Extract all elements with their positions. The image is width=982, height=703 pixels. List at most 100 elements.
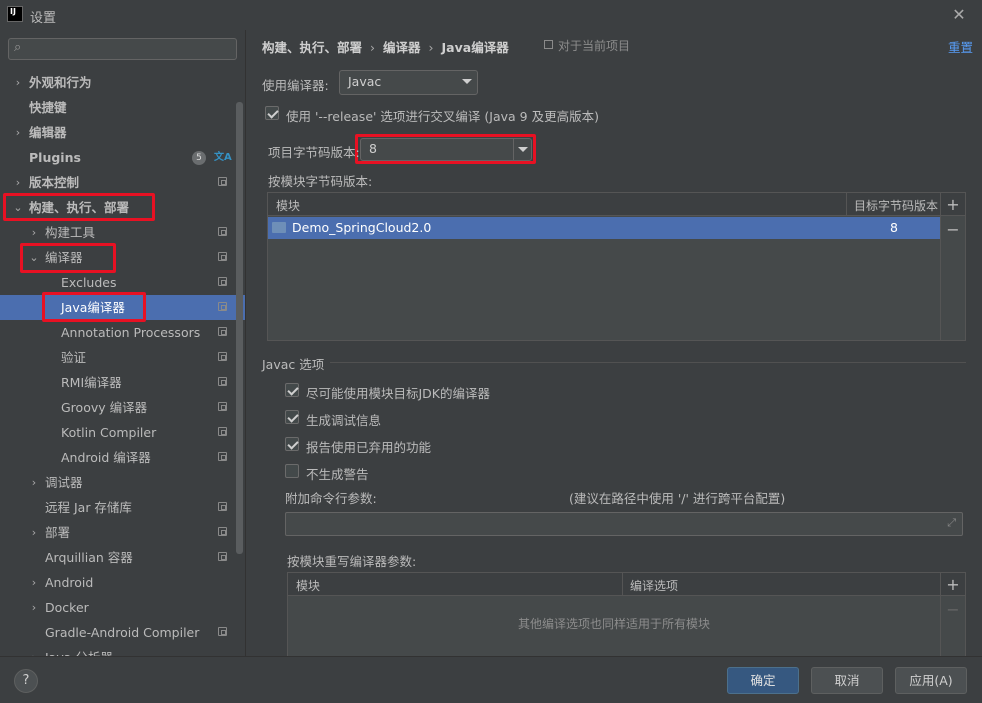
- apply-button[interactable]: 应用(A): [895, 667, 967, 694]
- module-target-version[interactable]: 8: [890, 220, 898, 235]
- sidebar-item-label: 编辑器: [29, 125, 67, 140]
- chevron-right-icon[interactable]: ›: [28, 570, 40, 595]
- override-params-table: 模块 编译选项 其他编译选项也同样适用于所有模块 + −: [287, 572, 966, 657]
- project-scope-icon: [218, 227, 227, 236]
- project-scope-icon: [218, 327, 227, 336]
- sidebar-item-label: Kotlin Compiler: [61, 425, 157, 440]
- sidebar-item[interactable]: › 编辑器: [0, 120, 245, 145]
- table-row[interactable]: Demo_SpringCloud2.0 8: [268, 217, 940, 239]
- add-override-button[interactable]: +: [945, 575, 961, 594]
- sidebar-item[interactable]: Gradle-Android Compiler: [0, 620, 245, 645]
- cmd-args-label: 附加命令行参数:: [285, 491, 377, 506]
- chevron-right-icon[interactable]: ›: [28, 595, 40, 620]
- release-option-checkbox[interactable]: [265, 106, 279, 120]
- column-header-module[interactable]: 模块: [276, 197, 300, 214]
- sidebar-item[interactable]: ⌄ 编译器: [0, 245, 245, 270]
- option-label: 生成调试信息: [306, 413, 382, 428]
- sidebar-item-label: Gradle-Android Compiler: [45, 625, 200, 640]
- help-button[interactable]: ?: [14, 669, 38, 693]
- sidebar-item-label: 构建工具: [45, 225, 96, 240]
- chevron-right-icon[interactable]: ›: [12, 70, 24, 95]
- bytecode-version-combo[interactable]: 8: [360, 138, 532, 161]
- project-scope-icon: [218, 427, 227, 436]
- chevron-right-icon[interactable]: ›: [28, 220, 40, 245]
- sidebar-item[interactable]: ⌄ 构建、执行、部署: [0, 195, 245, 220]
- use-compiler-label: 使用编译器:: [262, 78, 329, 93]
- chevron-right-icon[interactable]: ›: [12, 120, 24, 145]
- chevron-right-icon: ›: [370, 40, 376, 55]
- search-box[interactable]: ⌕: [8, 38, 237, 60]
- project-scope-icon: [218, 552, 227, 561]
- sidebar-item[interactable]: › 版本控制: [0, 170, 245, 195]
- option-checkbox[interactable]: [285, 437, 299, 451]
- breadcrumb-item: Java编译器: [441, 40, 509, 55]
- title-bar: [0, 0, 982, 30]
- sidebar-item[interactable]: › 外观和行为: [0, 70, 245, 95]
- close-button[interactable]: ✕: [951, 5, 967, 24]
- chevron-down-icon[interactable]: ⌄: [28, 245, 40, 270]
- sidebar-item[interactable]: › Docker: [0, 595, 245, 620]
- sidebar-item[interactable]: 远程 Jar 存储库: [0, 495, 245, 520]
- chevron-down-icon[interactable]: ⌄: [12, 195, 24, 220]
- sidebar-item[interactable]: Arquillian 容器: [0, 545, 245, 570]
- chevron-right-icon[interactable]: ›: [28, 645, 40, 656]
- sidebar-item[interactable]: Android 编译器: [0, 445, 245, 470]
- sidebar-item-label: 编译器: [45, 250, 83, 265]
- sidebar-item-label: RMI编译器: [61, 375, 122, 390]
- table-header: 模块 目标字节码版本: [268, 193, 965, 216]
- sidebar-item[interactable]: › 调试器: [0, 470, 245, 495]
- javac-section-title: Javac 选项: [262, 357, 325, 372]
- chevron-right-icon[interactable]: ›: [12, 170, 24, 195]
- add-module-button[interactable]: +: [945, 195, 961, 214]
- module-name: Demo_SpringCloud2.0: [292, 220, 432, 235]
- cmd-args-input[interactable]: ⤢: [285, 512, 963, 536]
- remove-module-button[interactable]: −: [945, 220, 961, 239]
- project-scope-icon: [218, 627, 227, 636]
- option-label: 不生成警告: [306, 467, 369, 482]
- close-icon: ✕: [952, 5, 966, 24]
- project-scope-icon: [218, 502, 227, 511]
- sidebar-item[interactable]: Plugins 5 文A: [0, 145, 245, 170]
- ok-button[interactable]: 确定: [727, 667, 799, 694]
- project-scope-icon: [218, 277, 227, 286]
- compiler-select[interactable]: Javac: [339, 70, 478, 95]
- sidebar-item[interactable]: Groovy 编译器: [0, 395, 245, 420]
- sidebar-item-label: 外观和行为: [29, 75, 92, 90]
- sidebar-item[interactable]: 快捷键: [0, 95, 245, 120]
- sidebar-item[interactable]: Annotation Processors: [0, 320, 245, 345]
- expand-icon[interactable]: ⤢: [947, 516, 956, 530]
- column-header-target-bytecode[interactable]: 目标字节码版本: [854, 197, 938, 214]
- search-input[interactable]: [31, 40, 231, 58]
- column-header-compile-options[interactable]: 编译选项: [630, 577, 678, 594]
- sidebar-item[interactable]: Kotlin Compiler: [0, 420, 245, 445]
- sidebar-item-label: Annotation Processors: [61, 325, 201, 340]
- chevron-right-icon[interactable]: ›: [28, 520, 40, 545]
- settings-sidebar: ⌕ › 外观和行为 快捷键 › 编辑器 Plugins 5 文A › 版本控制 ⌄ 构建、执行、部署 ›…: [0, 30, 246, 656]
- sidebar-item[interactable]: Java编译器: [0, 295, 245, 320]
- sidebar-item[interactable]: Excludes: [0, 270, 245, 295]
- option-checkbox[interactable]: [285, 464, 299, 478]
- option-checkbox[interactable]: [285, 383, 299, 397]
- search-icon: ⌕: [14, 40, 22, 55]
- sidebar-item[interactable]: RMI编译器: [0, 370, 245, 395]
- chevron-down-icon: [518, 147, 528, 152]
- column-header-module[interactable]: 模块: [296, 577, 320, 594]
- chevron-down-icon: [462, 79, 472, 84]
- sidebar-item[interactable]: › Java 分析器: [0, 645, 245, 656]
- update-count-badge: 5: [192, 151, 206, 165]
- sidebar-item[interactable]: › Android: [0, 570, 245, 595]
- sidebar-item[interactable]: › 构建工具: [0, 220, 245, 245]
- remove-override-button[interactable]: −: [945, 600, 961, 619]
- breadcrumb-item: 构建、执行、部署: [262, 40, 363, 55]
- empty-table-text: 其他编译选项也同样适用于所有模块: [517, 617, 710, 631]
- sidebar-item-label: Groovy 编译器: [61, 400, 148, 415]
- section-divider: [330, 362, 966, 363]
- sidebar-item[interactable]: 验证: [0, 345, 245, 370]
- cancel-button[interactable]: 取消: [811, 667, 883, 694]
- sidebar-item[interactable]: › 部署: [0, 520, 245, 545]
- project-scope-icon: [544, 40, 553, 49]
- option-checkbox[interactable]: [285, 410, 299, 424]
- sidebar-scrollbar[interactable]: [236, 102, 243, 554]
- reset-link[interactable]: 重置: [948, 37, 973, 56]
- chevron-right-icon[interactable]: ›: [28, 470, 40, 495]
